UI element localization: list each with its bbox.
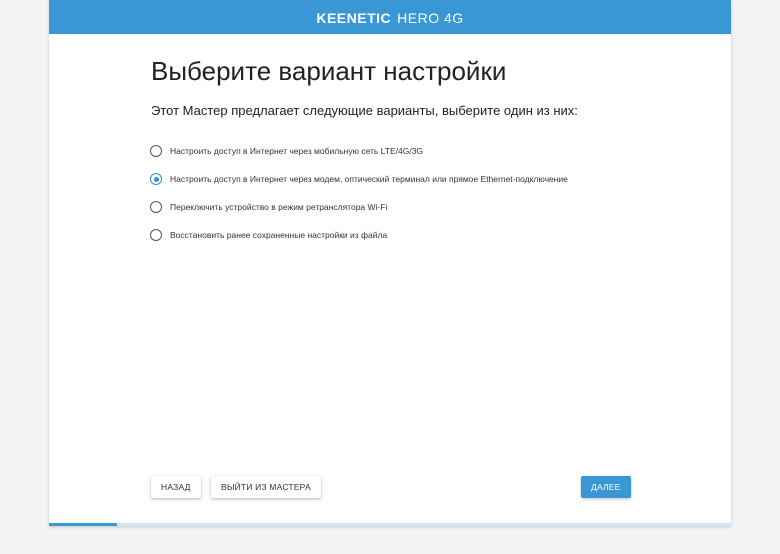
option-label: Восстановить ранее сохраненные настройки… bbox=[170, 230, 388, 240]
option-label: Настроить доступ в Интернет через модем,… bbox=[170, 174, 568, 184]
page-subtitle: Этот Мастер предлагает следующие вариант… bbox=[151, 103, 578, 118]
option-label: Настроить доступ в Интернет через мобиль… bbox=[170, 146, 424, 156]
wizard-panel: KEENETIC HERO 4G Выберите вариант настрой… bbox=[49, 0, 731, 526]
page-title: Выберите вариант настройки bbox=[151, 56, 507, 86]
brand-model: HERO 4G bbox=[397, 10, 464, 26]
radio-button[interactable] bbox=[150, 229, 162, 241]
back-button[interactable]: НАЗАД bbox=[151, 476, 201, 498]
brand-name: KEENETIC bbox=[316, 10, 392, 26]
exit-wizard-button[interactable]: ВЫЙТИ ИЗ МАСТЕРА bbox=[211, 476, 321, 498]
next-button[interactable]: ДАЛЕЕ bbox=[581, 476, 631, 498]
option-restore-settings[interactable]: Восстановить ранее сохраненные настройки… bbox=[150, 221, 710, 249]
radio-button[interactable] bbox=[150, 145, 162, 157]
option-mobile-lte[interactable]: Настроить доступ в Интернет через мобиль… bbox=[150, 137, 710, 165]
brand-logo: KEENETIC HERO 4G bbox=[316, 10, 463, 26]
radio-button-selected[interactable] bbox=[150, 173, 162, 185]
option-label: Переключить устройство в режим ретрансля… bbox=[170, 202, 388, 212]
progress-bar bbox=[49, 523, 731, 526]
radio-button[interactable] bbox=[150, 201, 162, 213]
option-wifi-repeater[interactable]: Переключить устройство в режим ретрансля… bbox=[150, 193, 710, 221]
progress-bar-fill bbox=[49, 523, 118, 526]
options-radio-group: Настроить доступ в Интернет через мобиль… bbox=[150, 137, 710, 249]
option-ethernet-modem[interactable]: Настроить доступ в Интернет через модем,… bbox=[150, 165, 710, 193]
header-bar: KEENETIC HERO 4G bbox=[49, 0, 731, 34]
